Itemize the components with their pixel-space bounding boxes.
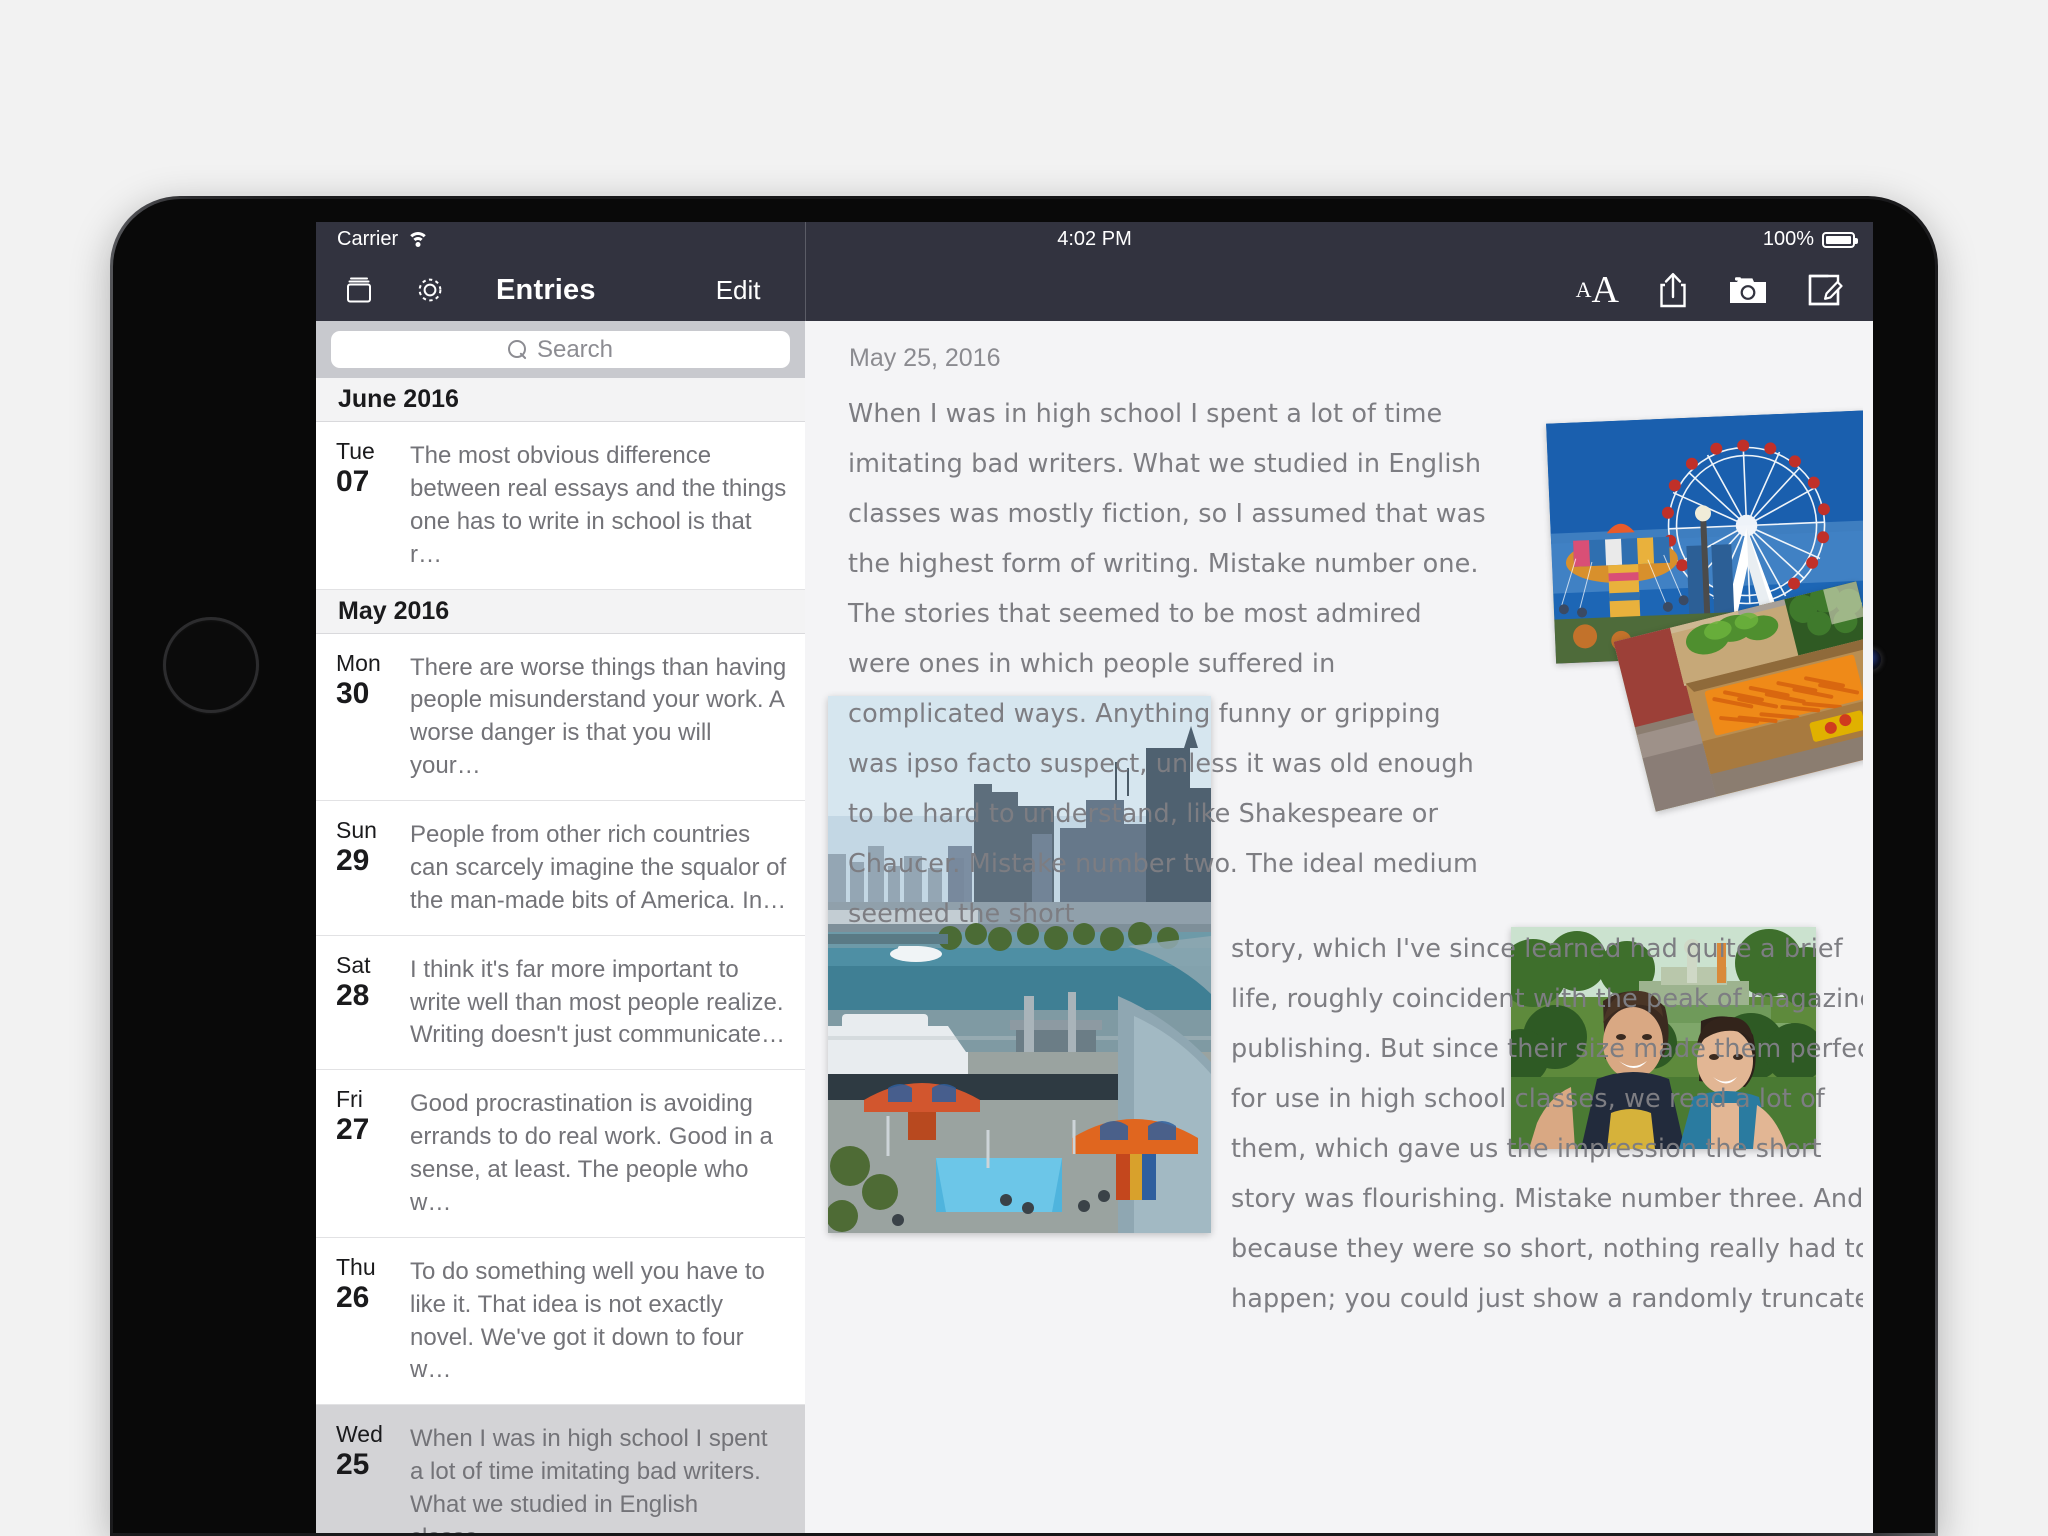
entry-day-of-week: Fri	[336, 1086, 363, 1113]
battery-percent-label: 100%	[1762, 228, 1814, 250]
entry-day-of-week: Mon	[336, 649, 381, 676]
entry-day-number: 27	[336, 1113, 370, 1147]
share-icon[interactable]	[1655, 270, 1691, 310]
entries-section-header: May 2016	[316, 589, 805, 634]
entry-snippet: I think it's far more important to write…	[410, 955, 785, 1049]
entry-day-number: 28	[336, 978, 370, 1012]
entry-day-of-week: Wed	[336, 1421, 383, 1448]
status-right: 100%	[1762, 228, 1858, 251]
gear-icon[interactable]	[412, 272, 448, 308]
detail-pane-edge	[1863, 321, 1873, 1533]
nav-bar-right: AA	[805, 259, 1873, 321]
entry-date-block: Sun 29	[336, 817, 404, 918]
page-title: Entries	[496, 273, 596, 306]
entry-day-number: 26	[336, 1280, 370, 1314]
search-input[interactable]: Search	[331, 331, 790, 368]
entry-list-item[interactable]: Thu 26 To do something well you have to li…	[316, 1237, 805, 1406]
edit-button[interactable]: Edit	[716, 275, 761, 306]
entry-snippet: The most obvious difference between real…	[410, 442, 787, 568]
entry-date-block: Thu 26	[336, 1254, 404, 1388]
search-bar: Search	[316, 321, 805, 378]
entry-detail-pane: May 25, 2016 When I was in high school I…	[806, 321, 1863, 1533]
entry-day-of-week: Sat	[336, 951, 371, 978]
text-size-icon[interactable]: AA	[1576, 271, 1619, 309]
entry-body-text: When I was in high school I spent a lot …	[848, 389, 1863, 1314]
entry-day-number: 29	[336, 844, 370, 878]
ipad-device: Carrier 4:02 PM 100% Entries Edit A A Se…	[110, 196, 1938, 1536]
entry-date-block: Sat 28	[336, 952, 404, 1053]
entry-day-of-week: Sun	[336, 817, 377, 843]
entry-body-segment-1: When I was in high school I spent a lot …	[848, 399, 1486, 929]
entry-snippet: When I was in high school I spent a lot …	[410, 1425, 768, 1533]
entry-list-item[interactable]: Wed 25 When I was in high school I spent a…	[316, 1405, 805, 1533]
status-bar: Carrier 4:02 PM 100%	[316, 222, 1873, 259]
entry-day-of-week: Thu	[336, 1253, 376, 1280]
entry-date-label: May 25, 2016	[849, 344, 1001, 372]
status-time: 4:02 PM	[1057, 228, 1132, 250]
compose-icon[interactable]	[1805, 271, 1843, 309]
entry-date-block: Fri 27	[336, 1086, 404, 1220]
entry-body-segment-2: story, which I've since learned had quit…	[1231, 934, 1863, 1314]
entry-date-block: Tue 07	[336, 438, 404, 572]
entry-date-block: Mon 30	[336, 650, 404, 784]
entry-snippet: There are worse things than having peopl…	[410, 653, 787, 780]
entry-snippet: People from other rich countries can sca…	[410, 821, 787, 914]
entry-day-number: 25	[336, 1448, 370, 1482]
page-root: Carrier 4:02 PM 100% Entries Edit A A Se…	[0, 0, 2048, 1536]
nav-bar-left: Entries Edit	[316, 259, 805, 321]
entry-day-of-week: Tue	[336, 438, 375, 464]
entries-container: June 2016 Tue 07 The most obvious differenc…	[316, 378, 805, 1533]
entry-date-block: Wed 25	[336, 1421, 404, 1533]
search-placeholder: Search	[536, 335, 614, 363]
camera-icon[interactable]	[1727, 273, 1769, 307]
entry-list-item[interactable]: Sat 28 I think it's far more important to …	[316, 935, 805, 1071]
entry-day-number: 07	[336, 465, 370, 499]
entry-day-number: 30	[336, 676, 370, 710]
battery-full-icon	[1822, 231, 1858, 248]
search-icon	[507, 340, 527, 359]
home-button[interactable]	[163, 617, 259, 713]
entry-snippet: To do something well you have to like it…	[410, 1257, 765, 1384]
archive-box-icon[interactable]	[342, 273, 376, 307]
entries-list-pane: Search June 2016 Tue 07 The most obvious di…	[316, 321, 805, 1533]
entry-snippet: Good procrastination is avoiding errands…	[410, 1090, 773, 1216]
ipad-bezel: Carrier 4:02 PM 100% Entries Edit A A Se…	[113, 199, 1935, 1533]
status-divider	[805, 222, 806, 259]
entry-list-item[interactable]: Tue 07 The most obvious difference between…	[316, 422, 805, 590]
entry-detail-scroll[interactable]: May 25, 2016 When I was in high school I…	[806, 321, 1863, 1533]
entry-list-item[interactable]: Mon 30 There are worse things than having …	[316, 633, 805, 801]
entries-section-header: June 2016	[316, 378, 805, 422]
entry-list-item[interactable]: Fri 27 Good procrastination is avoiding er…	[316, 1070, 805, 1238]
entry-list-item[interactable]: Sun 29 People from other rich countries ca…	[316, 801, 805, 936]
nav-bar: Entries Edit AA	[316, 259, 1873, 321]
app-screen: Carrier 4:02 PM 100% Entries Edit A A Se…	[316, 222, 1873, 1533]
